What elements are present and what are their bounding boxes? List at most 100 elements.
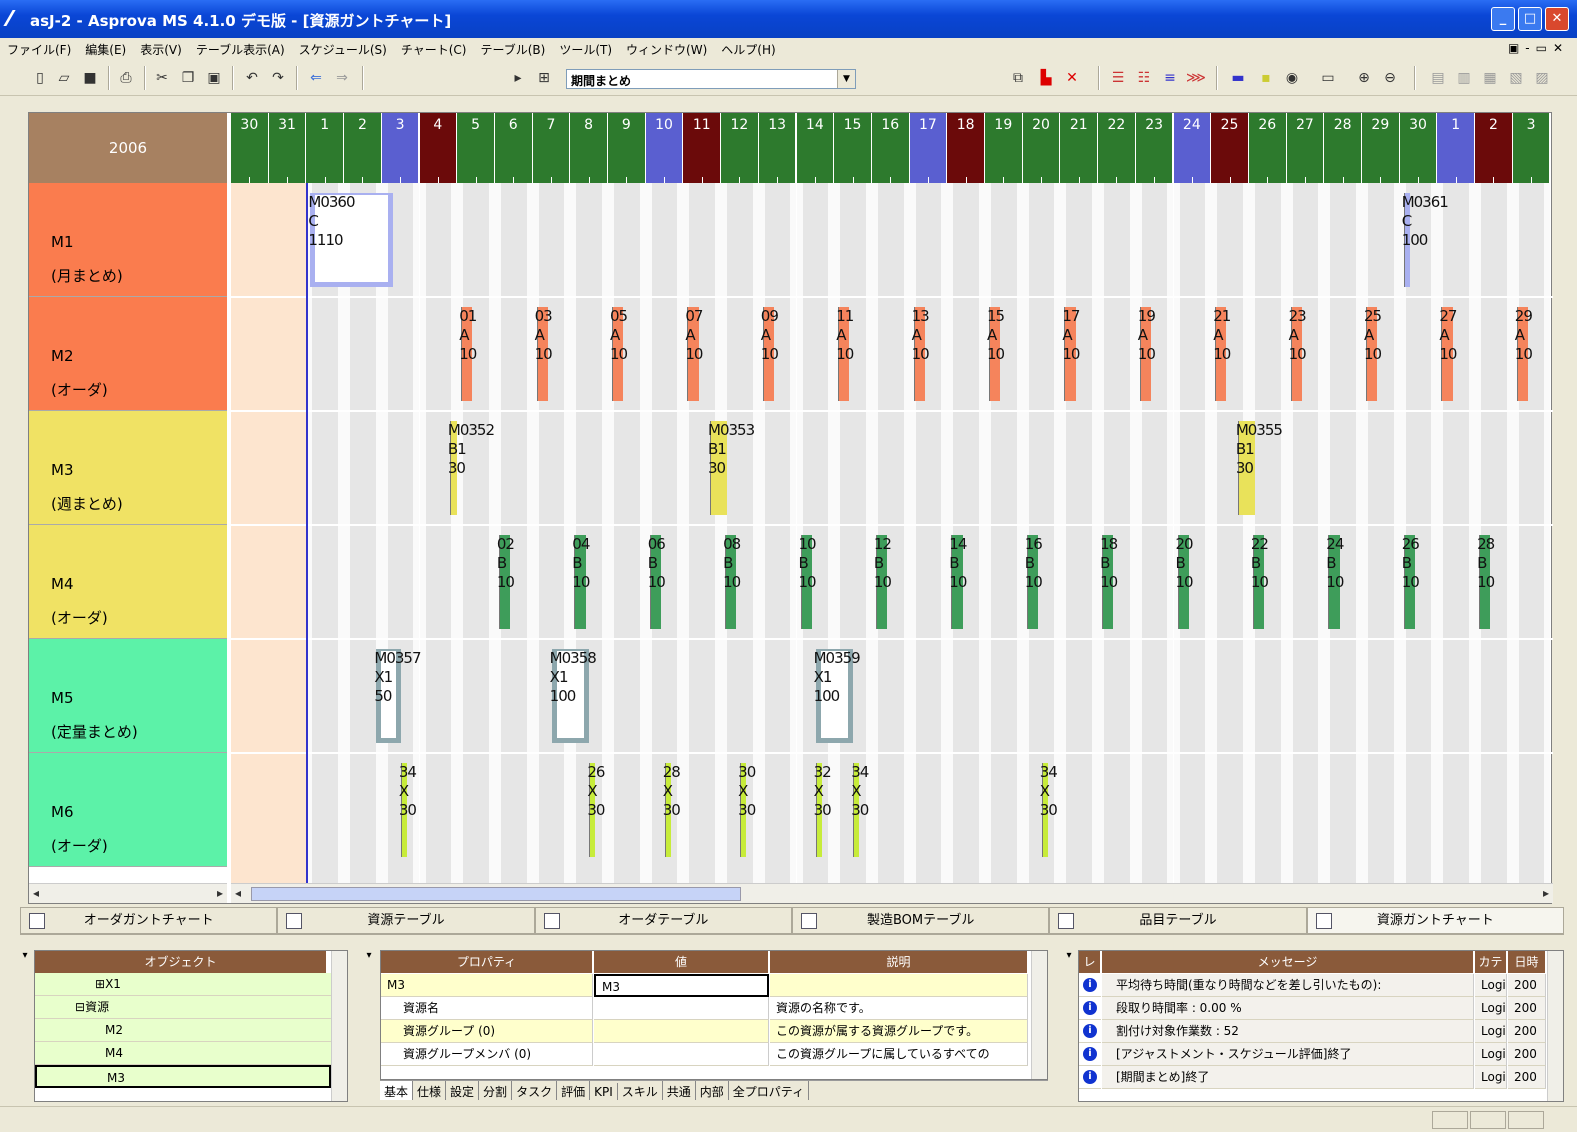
left-scrollbar[interactable]: ◂ ▸	[29, 883, 227, 903]
print-icon[interactable]: ⎙	[116, 68, 136, 88]
save-icon[interactable]: ■	[80, 68, 100, 88]
back-icon[interactable]: ⇐	[306, 68, 326, 88]
split-icon[interactable]: ▙	[1036, 68, 1056, 88]
cut-icon[interactable]: ✂	[152, 68, 172, 88]
doc-tab[interactable]: 品目テーブル	[1049, 907, 1307, 935]
close-button[interactable]: ✕	[1545, 7, 1569, 31]
resource-row-header[interactable]: M5 (定量まとめ)	[29, 639, 227, 753]
message-cell[interactable]: 段取り時間率 : 0.00 %	[1102, 997, 1474, 1020]
property-scrollbar[interactable]	[1031, 951, 1047, 1079]
link-icon[interactable]: ⧉	[1008, 68, 1028, 88]
redo-icon[interactable]: ↷	[268, 68, 288, 88]
property-tab[interactable]: 設定	[446, 1081, 480, 1100]
layout5-icon[interactable]: ▨	[1532, 68, 1552, 88]
mark-icon[interactable]: ▪	[1256, 68, 1276, 88]
property-tab[interactable]: 仕様	[413, 1081, 447, 1100]
resource-row-header[interactable]: M2 (オーダ)	[29, 297, 227, 411]
new-icon[interactable]: ▯	[30, 68, 50, 88]
layout4-icon[interactable]: ▧	[1506, 68, 1526, 88]
layout2-icon[interactable]: ▥	[1454, 68, 1474, 88]
menu-item[interactable]: ファイル(F)	[0, 38, 78, 61]
doc-tab[interactable]: オーダテーブル	[534, 907, 792, 935]
expand-icon[interactable]: ⊞	[95, 977, 105, 991]
scrollbar-thumb[interactable]	[251, 887, 741, 901]
menu-item[interactable]: テーブル表示(A)	[189, 38, 292, 61]
menu-item[interactable]: 編集(E)	[78, 38, 133, 61]
message-cell[interactable]: 平均待ち時間(重なり時間などを差し引いたもの):	[1102, 974, 1474, 997]
message-cell[interactable]: 200	[1508, 1020, 1546, 1043]
forward-icon[interactable]: ⇒	[332, 68, 352, 88]
message-cell[interactable]: Logi	[1475, 1066, 1507, 1089]
object-scrollbar[interactable]	[331, 951, 347, 1101]
pane-grip[interactable]: ▾	[362, 950, 376, 1102]
message-cell[interactable]: [アジャストメント・スケジュール評価]終了	[1102, 1043, 1474, 1066]
copy-icon[interactable]: ❐	[178, 68, 198, 88]
undo-icon[interactable]: ↶	[242, 68, 262, 88]
gantt-grid[interactable]: 30 31 1 2 3 4 5 6 7 8 9 10 11 12 13 14 15 16 17 18 19 20 21 22 2…	[231, 113, 1553, 883]
resource-row-header[interactable]: M6 (オーダ)	[29, 753, 227, 867]
open-icon[interactable]: ▱	[54, 68, 74, 88]
paste-icon[interactable]: ▣	[204, 68, 224, 88]
menu-item[interactable]: スケジュール(S)	[292, 38, 394, 61]
menu-item[interactable]: チャート(C)	[394, 38, 474, 61]
resource-row-header[interactable]: M3 (週まとめ)	[29, 411, 227, 525]
property-tab[interactable]: 全プロパティ	[729, 1081, 810, 1100]
message-cell[interactable]: 200	[1508, 1043, 1546, 1066]
zoom-out-icon[interactable]: ⊖	[1380, 68, 1400, 88]
property-tab[interactable]: スキル	[618, 1081, 663, 1100]
layout1-icon[interactable]: ▤	[1428, 68, 1448, 88]
horizontal-scrollbar[interactable]: ◂ ▸	[231, 883, 1553, 903]
pane-grip[interactable]: ▾	[1062, 950, 1076, 1102]
menu-item[interactable]: ウィンドウ(W)	[619, 38, 714, 61]
message-cell[interactable]: Logi	[1475, 997, 1507, 1020]
delete-icon[interactable]: ✕	[1062, 68, 1082, 88]
message-cell[interactable]: Logi	[1475, 1043, 1507, 1066]
layout3-icon[interactable]: ▦	[1480, 68, 1500, 88]
property-cell[interactable]	[594, 1043, 769, 1066]
view-mode-select[interactable]: 期間まとめ ▼	[566, 69, 856, 89]
doc-tab[interactable]: 資源テーブル	[277, 907, 535, 935]
message-cell[interactable]: [期間まとめ]終了	[1102, 1066, 1474, 1089]
property-tab[interactable]: 共通	[663, 1081, 696, 1100]
property-tab[interactable]: タスク	[512, 1081, 558, 1100]
minimize-button[interactable]: _	[1491, 7, 1515, 31]
menu-item[interactable]: 表示(V)	[133, 38, 189, 61]
menu-item[interactable]: ツール(T)	[552, 38, 619, 61]
zoom-in-icon[interactable]: ⊕	[1354, 68, 1374, 88]
message-cell[interactable]: 200	[1508, 974, 1546, 997]
message-scrollbar[interactable]	[1547, 951, 1563, 1101]
chart1-icon[interactable]: ☰	[1108, 68, 1128, 88]
message-cell[interactable]: 200	[1508, 997, 1546, 1020]
tree-item[interactable]: M2	[35, 1019, 331, 1042]
chart4-icon[interactable]: ⋙	[1186, 68, 1206, 88]
property-tab[interactable]: 評価	[557, 1081, 591, 1100]
message-cell[interactable]: Logi	[1475, 1020, 1507, 1043]
tree-item[interactable]: M3	[35, 1065, 331, 1088]
maximize-button[interactable]: □	[1518, 7, 1542, 31]
tree-item[interactable]: ⊞X1	[35, 973, 331, 996]
message-cell[interactable]: 200	[1508, 1066, 1546, 1089]
property-tab[interactable]: 基本	[380, 1081, 414, 1100]
tree-item[interactable]: ⊟資源	[35, 996, 331, 1019]
menu-item[interactable]: ヘルプ(H)	[714, 38, 782, 61]
bar-icon[interactable]: ▬	[1228, 68, 1248, 88]
doc-tab[interactable]: 資源ガントチャート	[1306, 907, 1564, 935]
property-cell[interactable]	[594, 1020, 769, 1043]
expand-icon[interactable]: ⊟	[75, 1000, 85, 1014]
property-tab[interactable]: 内部	[696, 1081, 729, 1100]
pane-grip[interactable]: ▾	[18, 950, 32, 1102]
tree-icon[interactable]: ⊞	[534, 68, 554, 88]
resource-row-header[interactable]: M1 (月まとめ)	[29, 183, 227, 297]
message-cell[interactable]: Logi	[1475, 974, 1507, 997]
globe-icon[interactable]: ◉	[1282, 68, 1302, 88]
chart2-icon[interactable]: ☷	[1134, 68, 1154, 88]
tree-item[interactable]: M4	[35, 1042, 331, 1065]
property-tab[interactable]: 分割	[479, 1081, 513, 1100]
property-tab[interactable]: KPI	[590, 1083, 618, 1100]
mdi-controls[interactable]: ▣-▭✕	[1508, 41, 1569, 55]
view-icon[interactable]: ▸	[508, 68, 528, 88]
chevron-down-icon[interactable]: ▼	[837, 70, 855, 88]
resource-row-header[interactable]: M4 (オーダ)	[29, 525, 227, 639]
menu-item[interactable]: テーブル(B)	[473, 38, 552, 61]
chart3-icon[interactable]: ≡	[1160, 68, 1180, 88]
